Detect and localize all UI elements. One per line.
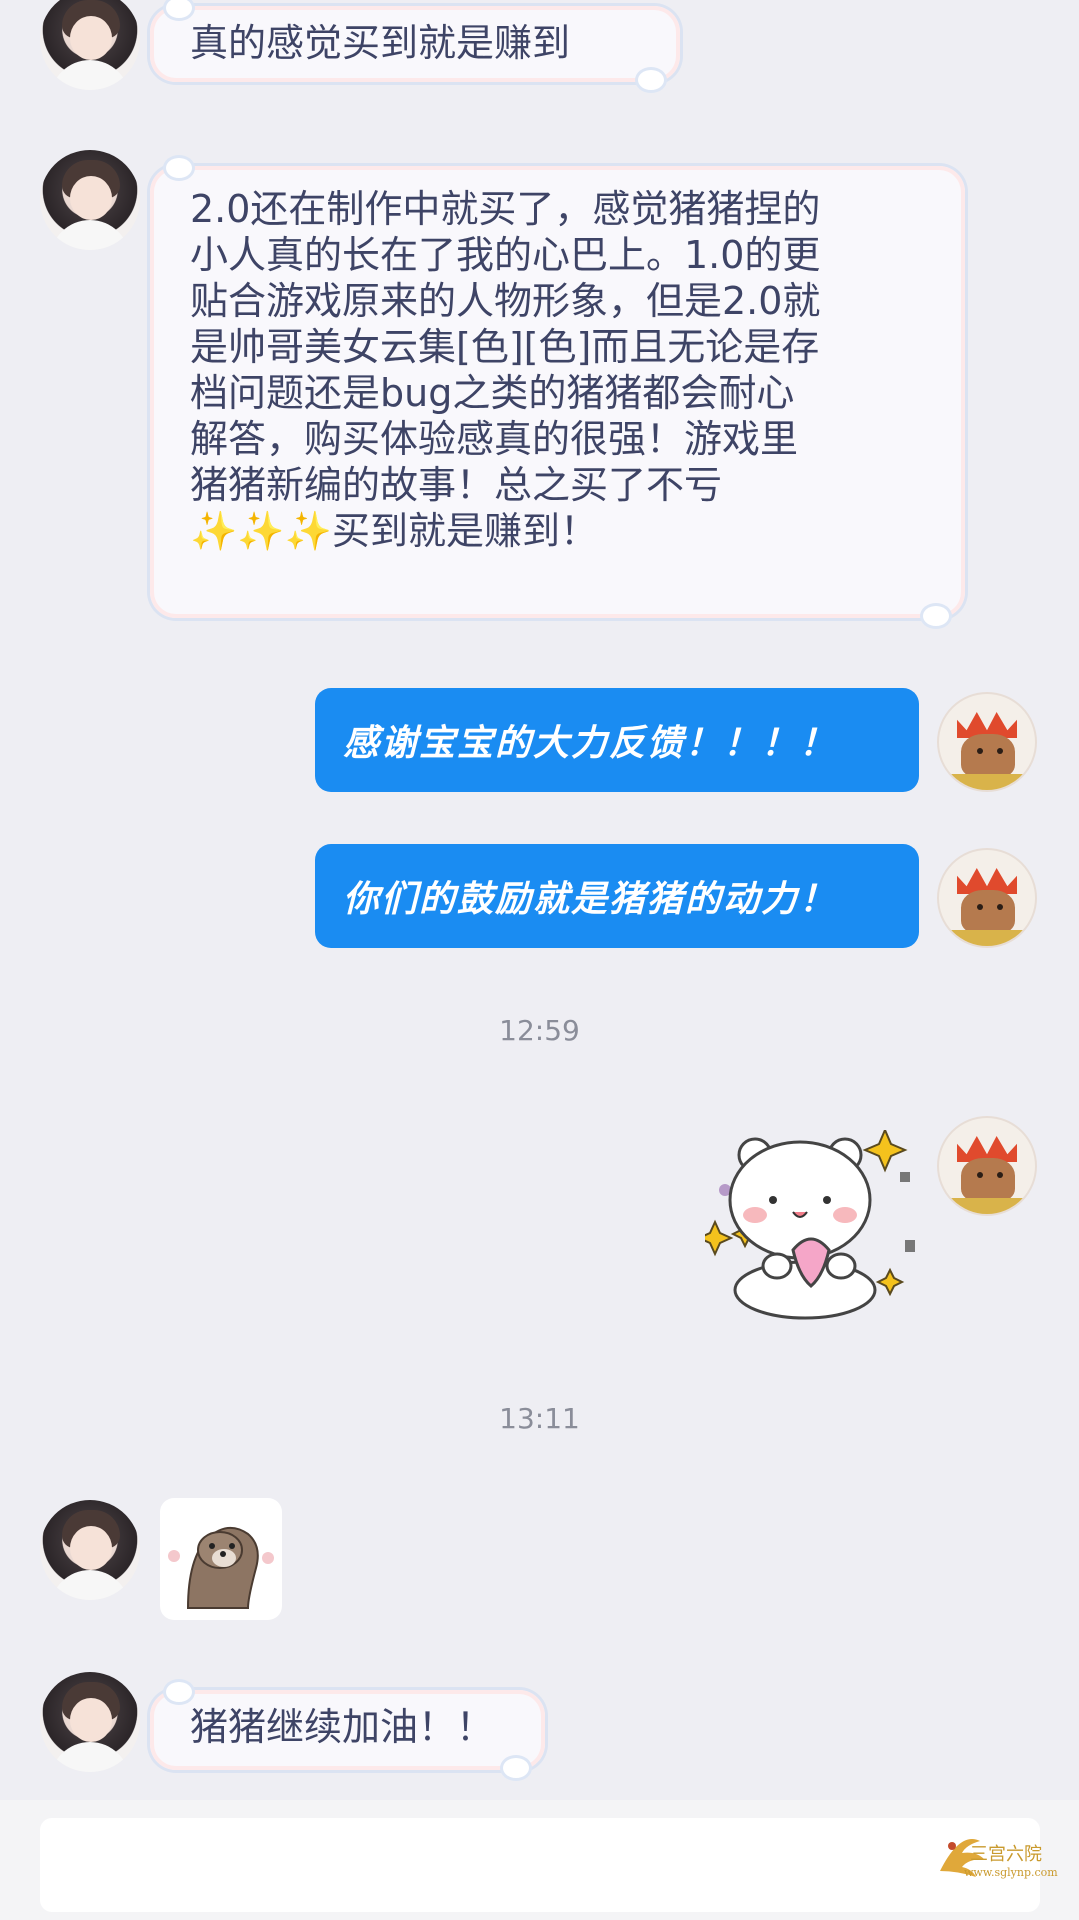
watermark-text: 三宫六院 xyxy=(970,1844,1042,1865)
bear-sticker[interactable] xyxy=(696,1127,915,1320)
message-timestamp: 12:59 xyxy=(499,1014,580,1047)
message-bubble[interactable]: 2.0还在制作中就买了，感觉猪猪捏的 小人真的长在了我的心巴上。1.0的更 贴合… xyxy=(150,158,965,626)
chat-messages[interactable]: 真的感觉买到就是赚到 2.0还在制作中就买了，感觉猪猪捏的 小人真的长在了我的心… xyxy=(0,0,1079,1800)
message-line: 小人真的长在了我的心巴上。1.0的更 xyxy=(190,233,821,277)
message-text: 感谢宝宝的大力反馈！！！！ xyxy=(343,722,838,764)
message-line: 解答，购买体验感真的很强！游戏里 xyxy=(190,417,799,461)
user-avatar[interactable] xyxy=(40,1672,140,1772)
otter-sticker[interactable] xyxy=(160,1498,282,1620)
user-avatar[interactable] xyxy=(40,0,140,90)
shop-avatar[interactable] xyxy=(937,848,1037,948)
otter-sticker-image xyxy=(168,1527,274,1609)
message-line: ✨✨✨买到就是赚到！ xyxy=(190,509,598,553)
message-line: 猪猪新编的故事！总之买了不亏 xyxy=(190,463,723,507)
watermark-logo: 三宫六院 www.sglynp.com xyxy=(930,1822,1070,1916)
message-timestamp: 13:11 xyxy=(499,1402,580,1435)
message-bubble[interactable]: 感谢宝宝的大力反馈！！！！ xyxy=(315,688,919,792)
message-line: 2.0还在制作中就买了，感觉猪猪捏的 xyxy=(190,187,821,231)
message-bubble[interactable]: 你们的鼓励就是猪猪的动力！ xyxy=(315,844,919,948)
user-avatar[interactable] xyxy=(40,1500,140,1600)
watermark-url: www.sglynp.com xyxy=(964,1866,1058,1879)
message-line: 档问题还是bug之类的猪猪都会耐心 xyxy=(190,371,795,415)
message-line: 是帅哥美女云集[色][色]而且无论是存 xyxy=(190,325,820,369)
message-text: 真的感觉买到就是赚到 xyxy=(190,21,571,65)
user-avatar[interactable] xyxy=(40,150,140,250)
message-text: 猪猪继续加油！！ xyxy=(190,1705,495,1749)
message-bubble[interactable]: 猪猪继续加油！！ xyxy=(150,1682,545,1778)
message-input[interactable] xyxy=(40,1818,1040,1912)
message-text: 你们的鼓励就是猪猪的动力！ xyxy=(343,878,838,920)
message-bubble[interactable]: 真的感觉买到就是赚到 xyxy=(150,0,680,90)
bear-sticker-image xyxy=(696,1127,915,1320)
shop-avatar[interactable] xyxy=(937,692,1037,792)
message-line: 贴合游戏原来的人物形象，但是2.0就 xyxy=(190,279,821,323)
shop-avatar[interactable] xyxy=(937,1116,1037,1216)
